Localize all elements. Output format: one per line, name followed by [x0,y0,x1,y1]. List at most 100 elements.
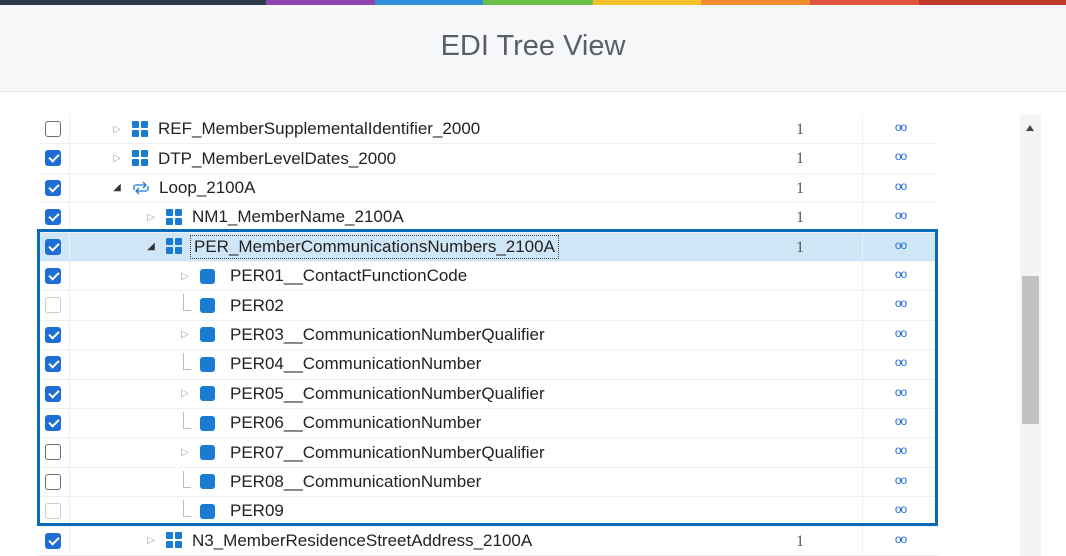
tree-node-label[interactable]: PER03__CommunicationNumberQualifier [230,325,545,345]
link-infinity-icon[interactable]: oo [862,173,938,203]
checkbox-cell [38,115,70,144]
tree-node-label[interactable]: PER_MemberCommunicationsNumbers_2100A [190,234,559,259]
checkbox-cell [38,320,70,350]
tree-node-label[interactable]: REF_MemberSupplementalIdentifier_2000 [158,119,480,139]
tree-row[interactable]: PER02 oo [38,291,938,321]
tree-node: PER09 [178,497,284,525]
tree-row[interactable]: ▷ NM1_MemberName_2100A 1 oo [38,203,938,233]
expand-triangle-icon[interactable]: ▷ [110,153,124,164]
checkbox-cell [38,350,70,379]
tree-row[interactable]: PER08__CommunicationNumber oo [38,467,938,498]
link-infinity-icon[interactable]: oo [862,115,938,144]
tree-row[interactable]: ▷ PER01__ContactFunctionCode oo [38,262,938,292]
link-infinity-icon[interactable]: oo [862,350,938,379]
expand-triangle-icon[interactable]: ▷ [178,329,192,340]
link-infinity-icon[interactable]: oo [862,438,938,467]
tree-node-label[interactable]: PER01__ContactFunctionCode [230,266,467,286]
scroll-up-arrow-icon[interactable] [1020,121,1041,135]
row-checkbox[interactable] [45,385,61,402]
segment-icon [132,150,149,167]
tree-row[interactable]: ▷ PER07__CommunicationNumberQualifier oo [38,438,938,468]
expand-triangle-icon[interactable]: ▷ [110,124,124,135]
link-infinity-icon[interactable]: oo [862,409,938,438]
link-infinity-icon[interactable]: oo [862,144,938,173]
tree-row[interactable]: ▷ PER03__CommunicationNumberQualifier oo [38,320,938,351]
expand-triangle-icon[interactable]: ▷ [144,212,158,223]
tree-node: ▷ REF_MemberSupplementalIdentifier_2000 [110,115,480,143]
tree-node: PER08__CommunicationNumber [178,468,481,496]
row-checkbox[interactable] [45,444,61,461]
link-infinity-icon[interactable]: oo [862,497,938,526]
tree-node: ▷ PER03__CommunicationNumberQualifier [178,321,545,349]
tree-node-label[interactable]: PER02 [230,296,284,316]
tree-node-label[interactable]: N3_MemberResidenceStreetAddress_2100A [192,531,532,551]
row-checkbox[interactable] [45,473,61,490]
checkbox-cell [38,409,70,438]
row-checkbox[interactable] [45,532,61,549]
tree-node-label[interactable]: PER05__CommunicationNumberQualifier [230,384,545,404]
element-icon [200,415,215,431]
tree-node-label[interactable]: DTP_MemberLevelDates_2000 [158,149,396,169]
link-infinity-icon[interactable]: oo [862,203,938,232]
link-infinity-icon[interactable]: oo [862,467,938,497]
tree-node-label[interactable]: PER04__CommunicationNumber [230,354,481,374]
row-checkbox[interactable] [45,356,61,373]
link-infinity-icon[interactable]: oo [862,526,938,555]
vertical-scrollbar[interactable] [1020,115,1041,556]
link-infinity-icon[interactable]: oo [862,262,938,291]
tree-row[interactable]: PER04__CommunicationNumber oo [38,350,938,380]
link-infinity-icon[interactable]: oo [862,291,938,320]
tree-node-label[interactable]: PER06__CommunicationNumber [230,413,481,433]
segment-icon [166,208,183,226]
row-checkbox[interactable] [45,238,61,255]
tree-row[interactable]: ▷ DTP_MemberLevelDates_2000 1 oo [38,144,938,174]
row-checkbox[interactable] [45,268,61,284]
tree-node-label[interactable]: PER08__CommunicationNumber [230,472,481,492]
loop-icon [132,181,150,195]
element-icon [200,327,215,343]
checkbox-cell [38,497,70,526]
tree-node-label[interactable]: PER07__CommunicationNumberQualifier [230,443,545,463]
occurrence-count [780,262,820,290]
page-title: EDI Tree View [440,30,626,62]
occurrence-count [780,409,820,437]
row-checkbox[interactable] [45,179,61,196]
link-infinity-icon[interactable]: oo [862,320,938,350]
checkbox-cell [38,262,70,291]
row-checkbox[interactable] [45,121,61,137]
tree-row[interactable]: PER06__CommunicationNumber oo [38,409,938,439]
scrollbar-thumb[interactable] [1022,276,1039,424]
expand-triangle-icon[interactable]: ▷ [144,535,158,546]
tree-row[interactable]: ◢ PER_MemberCommunicationsNumbers_2100A 1 o… [38,232,938,262]
collapse-triangle-icon[interactable]: ◢ [110,182,124,193]
tree-node-label[interactable]: NM1_MemberName_2100A [192,207,404,227]
tree-row[interactable]: ▷ N3_MemberResidenceStreetAddress_2100A 1 o… [38,526,938,556]
checkbox-cell [38,291,70,320]
row-checkbox [45,297,61,314]
row-checkbox[interactable] [45,326,61,343]
checkbox-cell [38,173,70,203]
checkbox-cell [38,203,70,232]
element-icon [200,356,215,372]
segment-icon [166,532,183,549]
row-checkbox[interactable] [45,150,61,167]
tree-node-label[interactable]: Loop_2100A [159,178,255,198]
expand-triangle-icon[interactable]: ▷ [178,271,192,282]
checkbox-cell [38,526,70,555]
expand-triangle-icon[interactable]: ▷ [178,388,192,399]
row-checkbox[interactable] [45,415,61,431]
collapse-triangle-icon[interactable]: ◢ [144,241,158,252]
row-checkbox[interactable] [45,209,61,226]
tree-row[interactable]: ▷ PER05__CommunicationNumberQualifier oo [38,379,938,409]
link-infinity-icon[interactable]: oo [862,232,938,261]
checkbox-cell [38,232,70,261]
expand-triangle-icon[interactable]: ▷ [178,447,192,458]
tree-node: ◢ Loop_2100A [110,174,255,202]
tree-row[interactable]: ◢ Loop_2100A 1 oo [38,173,938,204]
link-infinity-icon[interactable]: oo [862,379,938,408]
tree-node: ◢ PER_MemberCommunicationsNumbers_2100A [144,233,559,261]
tree-row[interactable]: ▷ REF_MemberSupplementalIdentifier_2000 1 o… [38,115,938,145]
tree-node-label[interactable]: PER09 [230,501,284,521]
tree-row[interactable]: PER09 oo [38,497,938,527]
checkbox-cell [38,467,70,497]
